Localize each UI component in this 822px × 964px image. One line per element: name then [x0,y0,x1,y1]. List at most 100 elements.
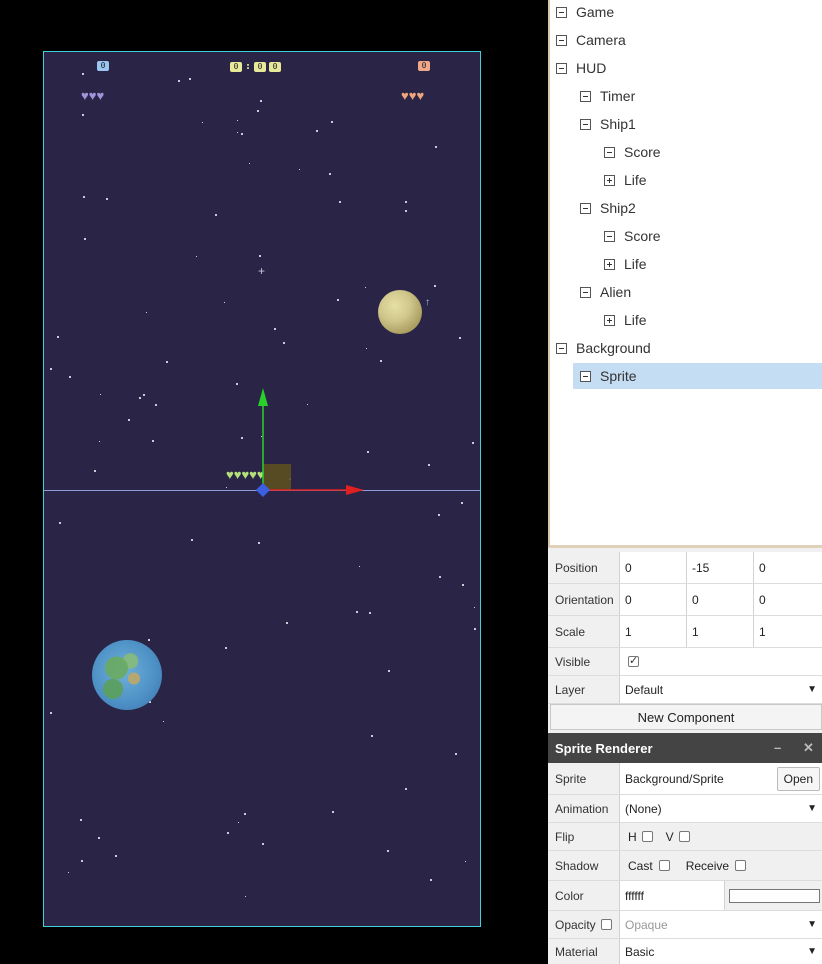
opacity-select[interactable]: Opaque ▼ [620,911,822,938]
material-select[interactable]: Basic ▼ [620,939,822,964]
sprite-path-value: Background/Sprite [625,771,724,786]
tree-node-game[interactable]: Game [556,0,614,24]
scale-y-field[interactable]: 1 [687,616,754,647]
collapse-icon[interactable] [556,62,567,74]
flip-h-checkbox[interactable] [641,831,653,842]
position-x-field[interactable]: 0 [620,552,687,583]
node-label: Background [576,340,651,356]
node-label: Life [624,172,647,188]
collapse-icon[interactable] [604,230,615,242]
visible-label: Visible [548,648,620,675]
expand-icon[interactable] [604,314,615,326]
tree-node-alien-life[interactable]: Life [604,308,647,332]
node-label: Life [624,256,647,272]
node-label: Game [576,4,615,20]
visible-checkbox[interactable] [628,654,639,667]
material-label: Material [548,939,620,964]
flip-v-label: V [665,829,674,844]
minimize-icon[interactable]: – [774,740,781,755]
tree-node-alien[interactable]: Alien [580,280,631,304]
color-swatch[interactable] [729,888,820,903]
flip-cell: H V [620,823,822,850]
layer-select[interactable]: Default ▼ [620,676,822,703]
expand-icon[interactable] [604,258,615,270]
color-hex-field[interactable]: ffffff [620,881,725,910]
orientation-x-field[interactable]: 0 [620,584,687,615]
node-label: Camera [576,32,626,48]
node-label: Ship1 [600,116,636,132]
node-label: Alien [600,284,632,300]
layer-value: Default [625,682,664,697]
orientation-z-field[interactable]: 0 [754,584,822,615]
sprite-renderer-header: Sprite Renderer – ✕ [548,733,822,763]
tree-node-background[interactable]: Background [556,336,651,360]
color-swatch-cell [725,881,822,910]
new-component-button[interactable]: New Component [550,704,822,730]
orientation-y-field[interactable]: 0 [687,584,754,615]
shadow-label: Shadow [548,851,620,880]
flip-h-label: H [628,829,637,844]
flip-label: Flip [548,823,620,850]
flip-v-checkbox[interactable] [678,831,690,842]
scale-z-field[interactable]: 1 [754,616,822,647]
transform-gizmo[interactable] [44,52,481,927]
opacity-value: Opaque [625,917,668,932]
layer-row: Layer Default ▼ [548,676,822,704]
expand-icon[interactable] [604,174,615,186]
tree-node-ship1[interactable]: Ship1 [580,112,636,136]
collapse-icon[interactable] [580,90,591,102]
tree-node-camera[interactable]: Camera [556,28,626,52]
collapse-icon[interactable] [556,342,567,354]
receive-checkbox[interactable] [735,860,747,871]
tree-node-ship1-score[interactable]: Score [604,140,661,164]
close-icon[interactable]: ✕ [803,740,814,756]
scale-x-field[interactable]: 1 [620,616,687,647]
scene-hierarchy-panel[interactable]: Game Camera HUD Timer Ship1 Score Life S… [548,0,822,548]
x-axis-arrow-icon [346,485,364,495]
node-label: Sprite [600,368,637,384]
collapse-icon[interactable] [556,6,567,18]
node-label: Life [624,312,647,328]
open-sprite-button[interactable]: Open [776,766,820,791]
position-z-field[interactable]: 0 [754,552,822,583]
component-title: Sprite Renderer [555,740,653,756]
tree-node-timer[interactable]: Timer [580,84,635,108]
scale-label: Scale [548,616,620,647]
tree-node-ship2-score[interactable]: Score [604,224,661,248]
sprite-row: Sprite Background/Sprite Open [548,763,822,795]
cast-checkbox[interactable] [658,860,670,871]
visible-row: Visible [548,648,822,676]
node-label: Ship2 [600,200,636,216]
position-y-field[interactable]: -15 [687,552,754,583]
collapse-icon[interactable] [580,202,591,214]
collapse-icon[interactable] [604,146,615,158]
shadow-cell: Cast Receive [620,851,822,880]
collapse-icon[interactable] [580,286,591,298]
receive-label: Receive [685,858,730,873]
sprite-label: Sprite [548,763,620,794]
opacity-row: Opacity Opaque ▼ [548,911,822,939]
game-scene[interactable]: 0 0 : 0 0 0 ♥♥♥ ♥♥♥ ♥♥♥♥♥ ↑ + [43,51,481,927]
opacity-checkbox[interactable] [600,919,612,930]
tree-node-ship2[interactable]: Ship2 [580,196,636,220]
collapse-icon[interactable] [580,370,591,382]
animation-label: Animation [548,795,620,822]
scene-viewport[interactable]: 0 0 : 0 0 0 ♥♥♥ ♥♥♥ ♥♥♥♥♥ ↑ + [0,0,548,964]
opacity-label: Opacity [555,917,596,932]
dropdown-arrow-icon: ▼ [807,946,817,957]
position-label: Position [548,552,620,583]
material-row: Material Basic ▼ [548,939,822,964]
cast-label: Cast [628,858,653,873]
tree-node-ship2-life[interactable]: Life [604,252,647,276]
tree-node-ship1-life[interactable]: Life [604,168,647,192]
y-axis-arrow-icon [258,388,268,406]
animation-select[interactable]: (None) ▼ [620,795,822,822]
orientation-row: Orientation 0 0 0 [548,584,822,616]
tree-node-hud[interactable]: HUD [556,56,606,80]
node-label: Score [624,144,661,160]
pivot-handle-icon [256,483,270,497]
collapse-icon[interactable] [580,118,591,130]
collapse-icon[interactable] [556,34,567,46]
dropdown-arrow-icon: ▼ [807,684,817,695]
tree-node-sprite[interactable]: Sprite [573,363,822,389]
